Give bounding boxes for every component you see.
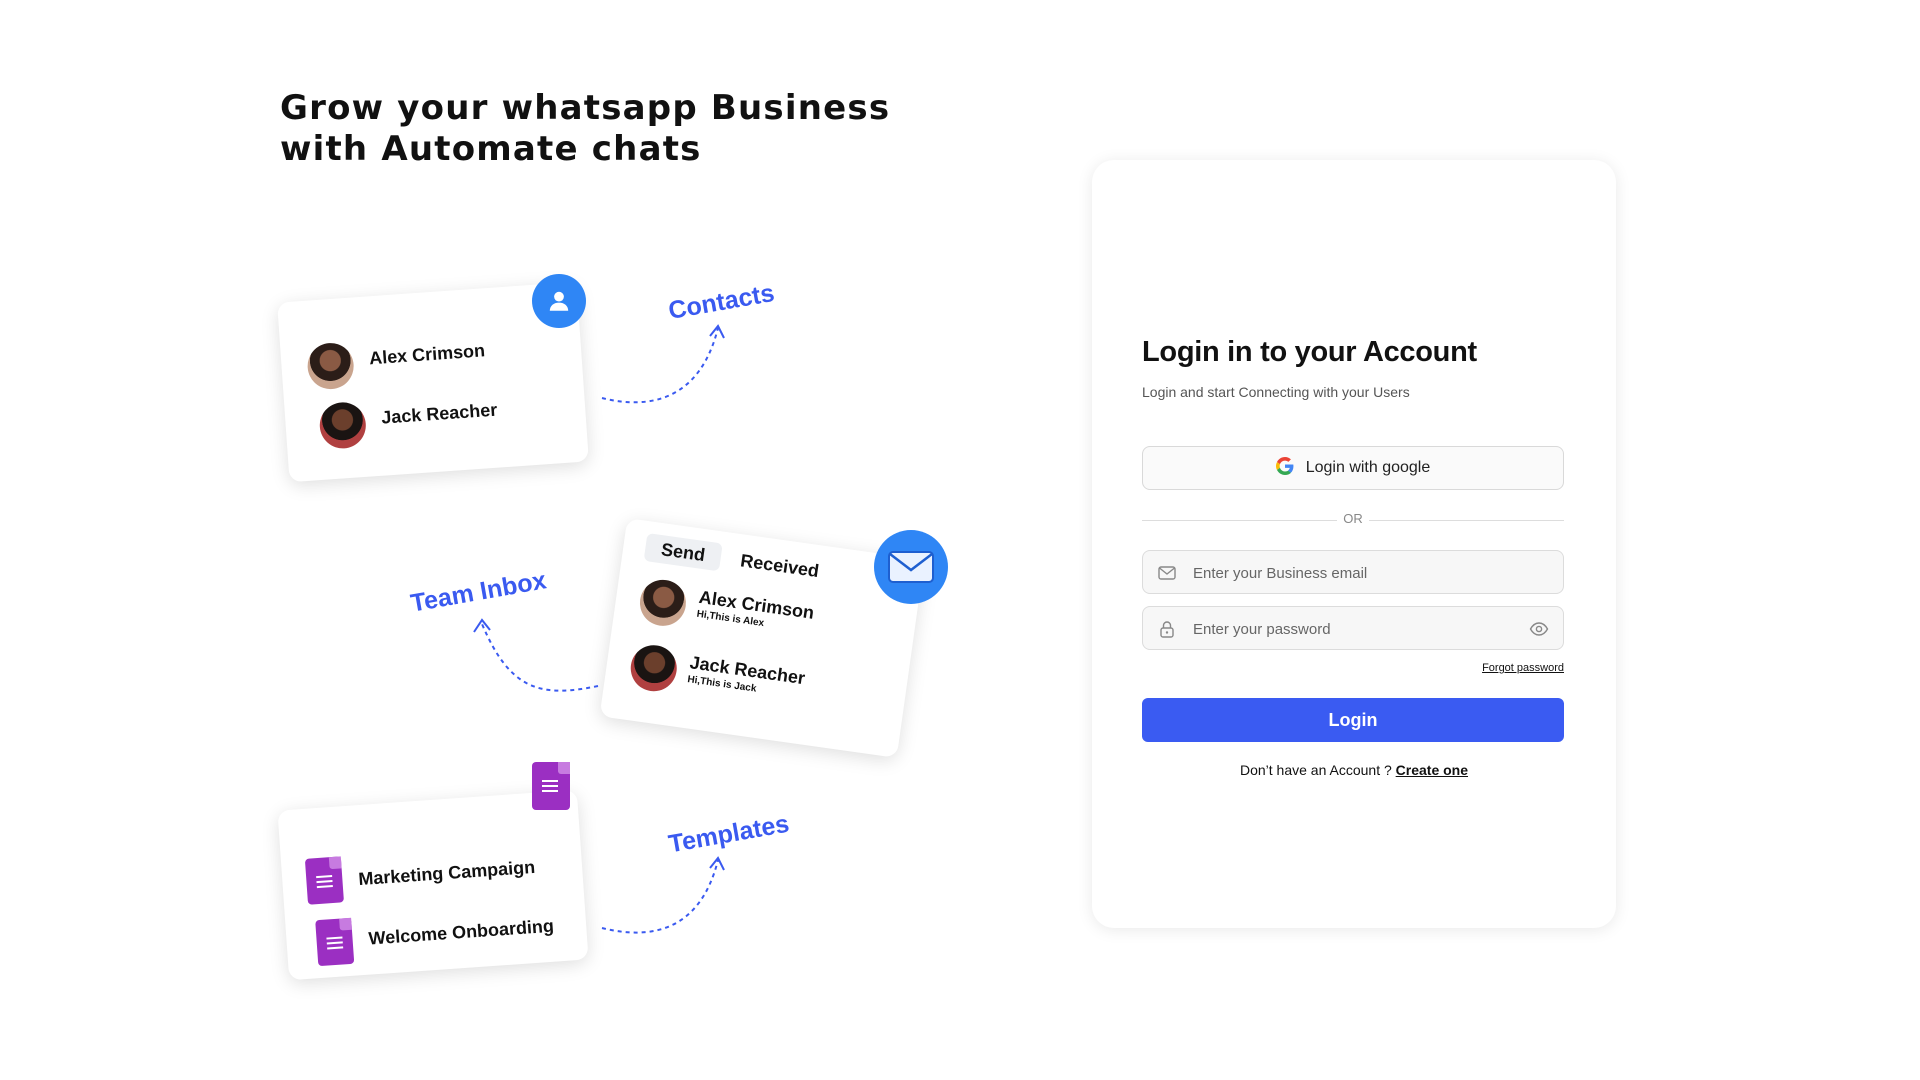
or-divider: OR	[1142, 510, 1564, 530]
tab-send[interactable]: Send	[643, 533, 723, 572]
tab-received-label: Received	[739, 550, 821, 582]
login-with-google-button[interactable]: Login with google	[1142, 446, 1564, 490]
template-name: Marketing Campaign	[357, 856, 536, 890]
login-card: Login in to your Account Login and start…	[1092, 160, 1616, 928]
forgot-password-link[interactable]: Forgot password	[1482, 662, 1564, 674]
templates-arrow	[601, 856, 725, 934]
login-button-label: Login	[1328, 709, 1378, 730]
eye-icon[interactable]	[1529, 619, 1549, 639]
signup-row: Don’t have an Account ? Create one	[1092, 762, 1616, 778]
document-icon	[304, 856, 344, 905]
avatar	[318, 400, 368, 450]
document-icon	[315, 917, 355, 967]
contacts-label: Contacts	[666, 278, 777, 326]
contact-name: Jack Reacher	[380, 399, 498, 428]
password-input[interactable]	[1191, 607, 1525, 651]
login-subtitle: Login and start Connecting with your Use…	[1142, 384, 1410, 400]
login-title: Login in to your Account	[1142, 336, 1477, 368]
login-with-google-label: Login with google	[1305, 459, 1431, 476]
envelope-icon	[1157, 563, 1177, 583]
signup-prompt: Don’t have an Account ?	[1239, 762, 1392, 778]
templates-card: Marketing Campaign Welcome Onboarding	[277, 789, 589, 981]
avatar	[636, 576, 689, 629]
user-icon	[532, 274, 586, 328]
template-name: Welcome Onboarding	[367, 915, 555, 949]
headline: Grow your whatsapp Business with Automat…	[280, 88, 890, 170]
contacts-arrow	[601, 324, 725, 404]
team-inbox-arrow	[473, 618, 599, 692]
email-input[interactable]	[1191, 551, 1525, 595]
google-icon	[1275, 456, 1294, 480]
password-field	[1142, 606, 1564, 651]
or-label: OR	[1343, 511, 1363, 526]
lock-icon	[1157, 619, 1177, 639]
document-icon	[532, 762, 570, 810]
create-account-link[interactable]: Create one	[1396, 762, 1468, 778]
login-button[interactable]: Login	[1142, 698, 1564, 742]
email-field	[1142, 550, 1564, 595]
tab-send-label: Send	[660, 538, 707, 565]
avatar	[627, 642, 680, 695]
mail-icon	[874, 530, 948, 604]
headline-line-2: with Automate chats	[280, 129, 702, 169]
contact-name: Alex Crimson	[368, 340, 486, 369]
tab-received[interactable]: Received	[739, 550, 820, 582]
avatar	[306, 341, 356, 391]
headline-line-1: Grow your whatsapp Business	[280, 88, 891, 128]
